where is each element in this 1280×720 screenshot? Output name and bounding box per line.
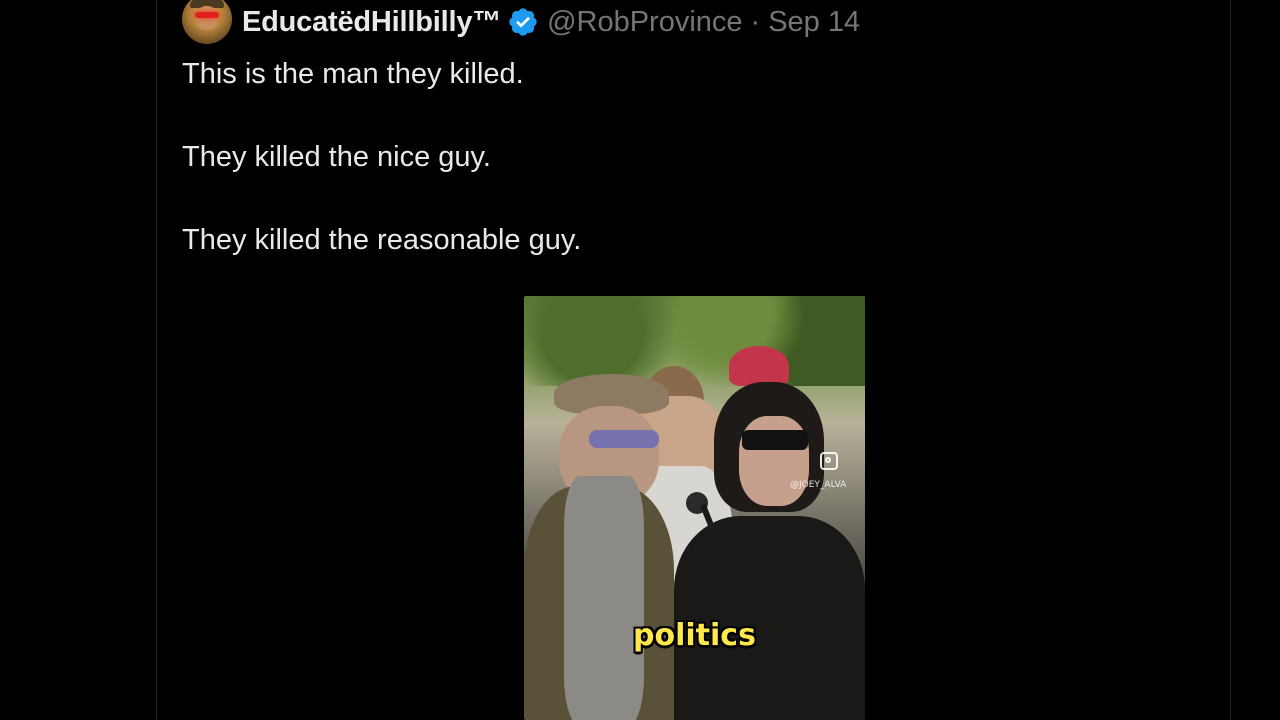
tweet-text-line-3: They killed the reasonable guy. — [182, 224, 582, 256]
video-caption: politics — [633, 618, 756, 653]
verified-badge-icon[interactable] — [507, 6, 539, 38]
tinted-glasses-shape — [589, 430, 659, 448]
avatar-face — [196, 6, 218, 30]
author-display-name[interactable]: EducatëdHillbilly™ — [242, 6, 501, 39]
old-man-scarf-shape — [564, 476, 644, 720]
sunglasses-shape — [742, 430, 808, 450]
timeline-border-left — [156, 0, 157, 720]
header-separator: · — [750, 5, 761, 38]
author-handle[interactable]: @RobProvince — [547, 6, 742, 39]
video-watermark: @JOEY_ALVA — [790, 480, 847, 490]
tweet-date[interactable]: Sep 14 — [768, 6, 860, 39]
avatar-glowing-eyes — [195, 12, 219, 18]
tweet-text-line-2: They killed the nice guy. — [182, 141, 491, 173]
tweet-text-line-1: This is the man they killed. — [182, 58, 524, 90]
timeline-border-right — [1230, 0, 1231, 720]
tweet-header: EducatëdHillbilly™ @RobProvince · Sep 14 — [182, 0, 860, 44]
red-hat-shape — [729, 346, 789, 386]
avatar[interactable] — [182, 0, 232, 44]
tweet-video[interactable]: @JOEY_ALVA politics — [524, 296, 865, 720]
tweet-page: EducatëdHillbilly™ @RobProvince · Sep 14… — [0, 0, 1280, 720]
instagram-icon — [820, 452, 838, 470]
video-trees — [524, 296, 865, 386]
